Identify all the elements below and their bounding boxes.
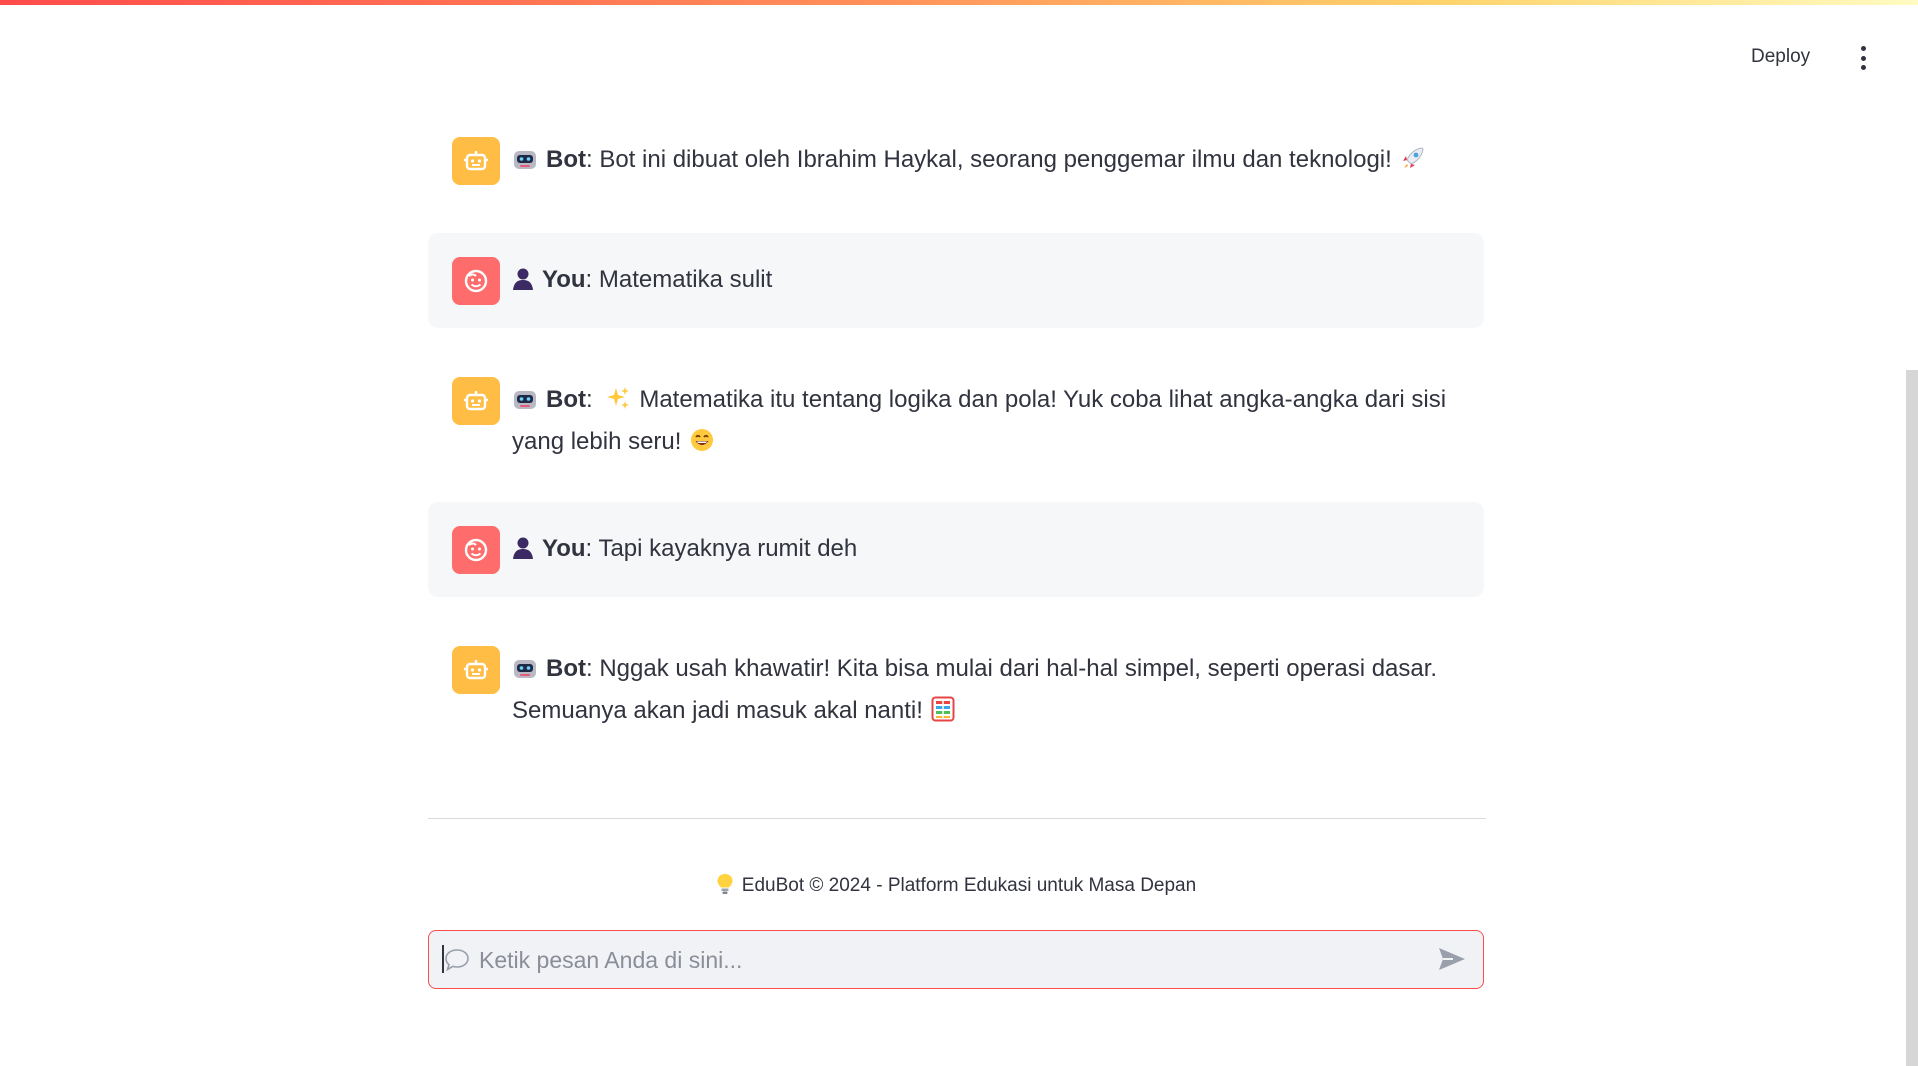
message-text: You: Tapi kayaknya rumit deh: [512, 530, 1456, 572]
footer-text: EduBot © 2024 - Platform Edukasi untuk M…: [741, 875, 1197, 896]
smiley-face-icon: [452, 526, 500, 574]
robot-emoji: [512, 385, 538, 423]
smiley-face-icon: [452, 257, 500, 305]
chat-message-user: You: Matematika sulit: [428, 233, 1484, 328]
speaker-name: Bot: [546, 386, 586, 413]
robot-face-icon: [452, 377, 500, 425]
message-text: Bot: Nggak usah khawatir! Kita bisa mula…: [512, 650, 1456, 734]
chat-message-bot: Bot: Matematika itu tentang logika dan p…: [428, 375, 1484, 485]
message-prefix: :: [585, 386, 600, 413]
chat-input-container[interactable]: [428, 930, 1484, 989]
kebab-menu-icon[interactable]: [1853, 46, 1873, 70]
robot-face-icon: [452, 646, 500, 694]
section-divider: [428, 818, 1486, 819]
rocket-emoji: [1400, 145, 1426, 183]
message-body: : Nggak usah khawatir! Kita bisa mulai d…: [512, 655, 1438, 724]
deploy-button[interactable]: Deploy: [1745, 42, 1816, 72]
person-silhouette-emoji: [512, 265, 534, 303]
message-body: : Tapi kayaknya rumit deh: [585, 535, 858, 562]
chat-message-input[interactable]: [477, 939, 1401, 981]
speech-bubble-icon: [443, 947, 471, 978]
page-scrollbar[interactable]: [1906, 370, 1918, 1066]
chat-message-bot: Bot: Bot ini dibuat oleh Ibrahim Haykal,…: [428, 135, 1484, 225]
speaker-name: You: [542, 535, 586, 562]
message-body: : Matematika sulit: [585, 266, 773, 293]
speaker-name: Bot: [546, 655, 586, 682]
light-bulb-icon: [716, 873, 734, 901]
chat-message-user: You: Tapi kayaknya rumit deh: [428, 502, 1484, 597]
grinning-face-emoji: [689, 427, 715, 465]
chat-message-bot: Bot: Nggak usah khawatir! Kita bisa mula…: [428, 644, 1484, 754]
message-body: : Bot ini dibuat oleh Ibrahim Haykal, se…: [585, 146, 1392, 173]
send-arrow-icon[interactable]: [1437, 946, 1467, 977]
speaker-name: Bot: [546, 146, 586, 173]
abacus-emoji: [931, 696, 955, 734]
footer: EduBot © 2024 - Platform Edukasi untuk M…: [428, 873, 1484, 901]
message-text: Bot: Matematika itu tentang logika dan p…: [512, 381, 1456, 465]
robot-emoji: [512, 145, 538, 183]
robot-emoji: [512, 654, 538, 692]
top-decoration-bar: [0, 0, 1918, 5]
sparkles-emoji: [605, 385, 631, 423]
robot-face-icon: [452, 137, 500, 185]
speaker-name: You: [542, 266, 586, 293]
message-body: Matematika itu tentang logika dan pola! …: [512, 386, 1447, 455]
person-silhouette-emoji: [512, 534, 534, 572]
message-text: You: Matematika sulit: [512, 261, 1456, 303]
message-text: Bot: Bot ini dibuat oleh Ibrahim Haykal,…: [512, 141, 1456, 183]
